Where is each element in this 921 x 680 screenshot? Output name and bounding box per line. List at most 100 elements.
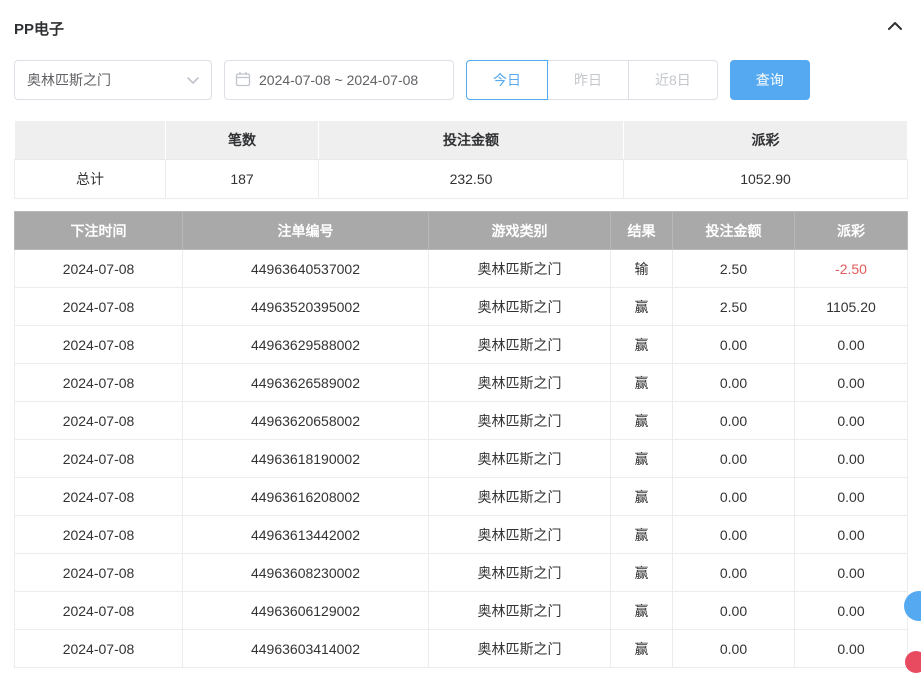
order-id-cell: 44963626589002 xyxy=(183,364,429,402)
table-row: 2024-07-0844963620658002奥林匹斯之门赢0.000.00 xyxy=(15,402,908,440)
quick-button-today[interactable]: 今日 xyxy=(466,60,548,100)
order-id-cell: 44963620658002 xyxy=(183,402,429,440)
date-range-value: 2024-07-08 ~ 2024-07-08 xyxy=(259,72,418,88)
payout-cell: 0.00 xyxy=(795,326,908,364)
summary-total-payout: 1052.90 xyxy=(624,160,908,199)
order-id-cell: 44963606129002 xyxy=(183,592,429,630)
game-type-cell: 奥林匹斯之门 xyxy=(429,288,611,326)
pp-games-panel: PP电子 奥林匹斯之门 2024-07-08 ~ 2024-07- xyxy=(0,0,921,680)
result-cell: 赢 xyxy=(611,478,673,516)
payout-cell: 0.00 xyxy=(795,516,908,554)
bet-time-cell: 2024-07-08 xyxy=(15,630,183,668)
table-row: 2024-07-0844963618190002奥林匹斯之门赢0.000.00 xyxy=(15,440,908,478)
bet-amount-cell: 2.50 xyxy=(673,288,795,326)
game-type-cell: 奥林匹斯之门 xyxy=(429,364,611,402)
records-column-header-2: 游戏类别 xyxy=(429,212,611,250)
bet-time-cell: 2024-07-08 xyxy=(15,326,183,364)
date-range-input[interactable]: 2024-07-08 ~ 2024-07-08 xyxy=(224,60,454,100)
table-row: 2024-07-0844963640537002奥林匹斯之门输2.50-2.50 xyxy=(15,250,908,288)
payout-cell: 0.00 xyxy=(795,592,908,630)
result-cell: 赢 xyxy=(611,592,673,630)
table-row: 2024-07-0844963520395002奥林匹斯之门赢2.501105.… xyxy=(15,288,908,326)
filter-bar: 奥林匹斯之门 2024-07-08 ~ 2024-07-08 今日 昨日 近8日… xyxy=(14,60,907,100)
table-row: 2024-07-0844963629588002奥林匹斯之门赢0.000.00 xyxy=(15,326,908,364)
order-id-cell: 44963640537002 xyxy=(183,250,429,288)
summary-total-bet-amount: 232.50 xyxy=(319,160,624,199)
order-id-cell: 44963629588002 xyxy=(183,326,429,364)
payout-cell: 0.00 xyxy=(795,402,908,440)
collapse-button[interactable] xyxy=(883,15,907,41)
game-select[interactable]: 奥林匹斯之门 xyxy=(14,60,212,100)
query-button[interactable]: 查询 xyxy=(730,60,810,100)
game-type-cell: 奥林匹斯之门 xyxy=(429,554,611,592)
bet-time-cell: 2024-07-08 xyxy=(15,288,183,326)
order-id-cell: 44963520395002 xyxy=(183,288,429,326)
summary-header-empty xyxy=(15,121,166,160)
bet-time-cell: 2024-07-08 xyxy=(15,554,183,592)
summary-total-count: 187 xyxy=(166,160,319,199)
calendar-icon xyxy=(235,71,251,90)
order-id-cell: 44963616208002 xyxy=(183,478,429,516)
quick-button-last8days[interactable]: 近8日 xyxy=(628,60,718,100)
game-type-cell: 奥林匹斯之门 xyxy=(429,592,611,630)
bet-amount-cell: 0.00 xyxy=(673,516,795,554)
payout-cell: 0.00 xyxy=(795,478,908,516)
table-row: 2024-07-0844963606129002奥林匹斯之门赢0.000.00 xyxy=(15,592,908,630)
records-header-row: 下注时间注单编号游戏类别结果投注金额派彩 xyxy=(15,212,908,250)
bet-records-table: 下注时间注单编号游戏类别结果投注金额派彩 2024-07-08449636405… xyxy=(14,211,908,668)
order-id-cell: 44963608230002 xyxy=(183,554,429,592)
summary-header-bet-amount: 投注金额 xyxy=(319,121,624,160)
summary-total-label: 总计 xyxy=(15,160,166,199)
quick-button-yesterday[interactable]: 昨日 xyxy=(547,60,629,100)
order-id-cell: 44963618190002 xyxy=(183,440,429,478)
bet-amount-cell: 0.00 xyxy=(673,630,795,668)
game-type-cell: 奥林匹斯之门 xyxy=(429,402,611,440)
result-cell: 赢 xyxy=(611,364,673,402)
table-row: 2024-07-0844963603414002奥林匹斯之门赢0.000.00 xyxy=(15,630,908,668)
records-body: 2024-07-0844963640537002奥林匹斯之门输2.50-2.50… xyxy=(15,250,908,668)
game-select-value: 奥林匹斯之门 xyxy=(27,70,111,90)
result-cell: 赢 xyxy=(611,402,673,440)
records-column-header-1: 注单编号 xyxy=(183,212,429,250)
payout-cell: 1105.20 xyxy=(795,288,908,326)
panel-header: PP电子 xyxy=(14,12,907,44)
quick-date-button-group: 今日 昨日 近8日 xyxy=(466,60,718,100)
records-column-header-5: 派彩 xyxy=(795,212,908,250)
summary-total-row: 总计 187 232.50 1052.90 xyxy=(15,160,908,199)
result-cell: 赢 xyxy=(611,440,673,478)
table-row: 2024-07-0844963616208002奥林匹斯之门赢0.000.00 xyxy=(15,478,908,516)
records-column-header-0: 下注时间 xyxy=(15,212,183,250)
summary-header-row: 笔数 投注金额 派彩 xyxy=(15,121,908,160)
bet-time-cell: 2024-07-08 xyxy=(15,250,183,288)
bet-time-cell: 2024-07-08 xyxy=(15,402,183,440)
panel-title: PP电子 xyxy=(14,18,64,39)
game-type-cell: 奥林匹斯之门 xyxy=(429,630,611,668)
result-cell: 赢 xyxy=(611,554,673,592)
bet-amount-cell: 0.00 xyxy=(673,326,795,364)
chevron-up-icon xyxy=(887,19,903,37)
table-row: 2024-07-0844963626589002奥林匹斯之门赢0.000.00 xyxy=(15,364,908,402)
bottom-float-button[interactable] xyxy=(905,651,921,673)
result-cell: 赢 xyxy=(611,516,673,554)
game-type-cell: 奥林匹斯之门 xyxy=(429,516,611,554)
payout-cell: 0.00 xyxy=(795,554,908,592)
table-row: 2024-07-0844963608230002奥林匹斯之门赢0.000.00 xyxy=(15,554,908,592)
bet-time-cell: 2024-07-08 xyxy=(15,592,183,630)
table-row: 2024-07-0844963613442002奥林匹斯之门赢0.000.00 xyxy=(15,516,908,554)
bet-amount-cell: 0.00 xyxy=(673,440,795,478)
bet-amount-cell: 0.00 xyxy=(673,478,795,516)
records-column-header-3: 结果 xyxy=(611,212,673,250)
game-type-cell: 奥林匹斯之门 xyxy=(429,440,611,478)
bet-time-cell: 2024-07-08 xyxy=(15,516,183,554)
order-id-cell: 44963613442002 xyxy=(183,516,429,554)
payout-cell: 0.00 xyxy=(795,440,908,478)
payout-cell: 0.00 xyxy=(795,364,908,402)
game-type-cell: 奥林匹斯之门 xyxy=(429,326,611,364)
order-id-cell: 44963603414002 xyxy=(183,630,429,668)
result-cell: 赢 xyxy=(611,288,673,326)
bet-amount-cell: 0.00 xyxy=(673,364,795,402)
bet-time-cell: 2024-07-08 xyxy=(15,364,183,402)
result-cell: 赢 xyxy=(611,630,673,668)
summary-table: 笔数 投注金额 派彩 总计 187 232.50 1052.90 xyxy=(14,120,908,199)
summary-header-count: 笔数 xyxy=(166,121,319,160)
